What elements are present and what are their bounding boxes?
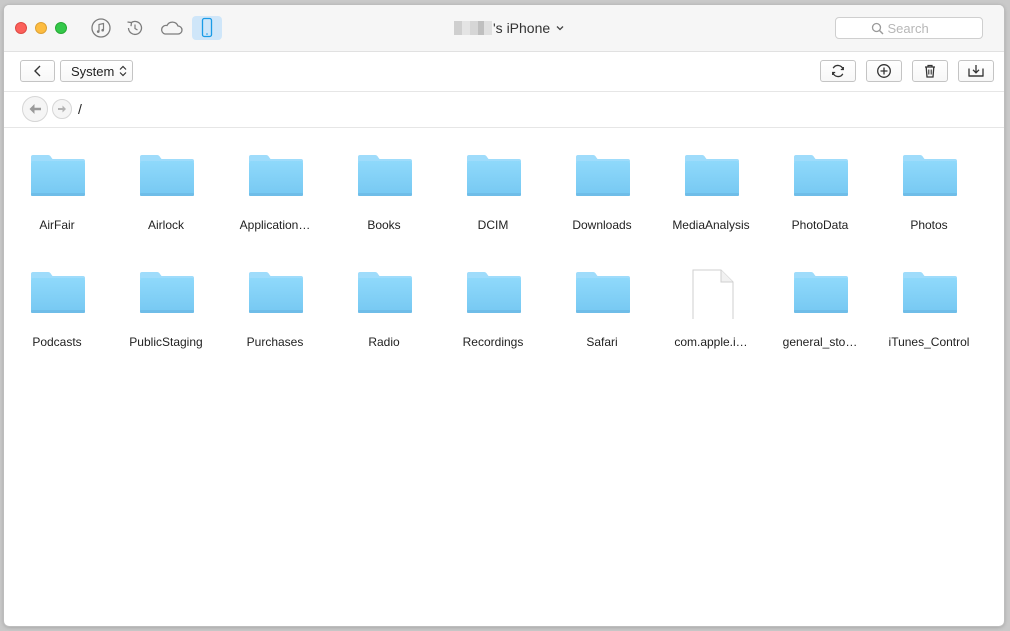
folder-item[interactable]: Podcasts: [7, 245, 107, 355]
export-to-computer-icon: [968, 65, 984, 77]
refresh-button[interactable]: [820, 60, 856, 82]
add-icon: [877, 64, 891, 78]
cloud-tab[interactable]: [156, 16, 186, 40]
app-window: 's iPhone System: [4, 5, 1004, 626]
folder-item[interactable]: Downloads: [552, 128, 652, 238]
item-label: AirFair: [39, 218, 75, 232]
item-label: iTunes_Control: [888, 335, 970, 349]
folder-item[interactable]: Application…: [225, 128, 325, 238]
location-select-value: System: [71, 63, 115, 79]
folder-item[interactable]: Purchases: [225, 245, 325, 355]
path-bar: /: [4, 92, 1004, 128]
chevron-left-icon: [33, 65, 40, 77]
search-input[interactable]: [883, 20, 948, 36]
search-icon: [871, 22, 883, 34]
folder-item[interactable]: DCIM: [443, 128, 543, 238]
redacted-device-name: [454, 21, 492, 35]
maximize-window-button[interactable]: [55, 22, 67, 34]
updown-chevron-icon: [119, 65, 127, 77]
item-label: Downloads: [572, 218, 632, 232]
item-label: PhotoData: [791, 218, 849, 232]
refresh-icon: [832, 64, 844, 78]
folder-icon: [31, 272, 85, 313]
folder-icon: [31, 155, 85, 196]
cloud-icon: [161, 21, 183, 35]
item-label: Radio: [368, 335, 400, 349]
document-icon: [692, 269, 734, 319]
music-tab[interactable]: [86, 16, 116, 40]
location-select[interactable]: System: [60, 60, 133, 82]
restore-tab[interactable]: [120, 16, 150, 40]
folder-icon: [467, 155, 521, 196]
item-label: Podcasts: [32, 335, 82, 349]
close-window-button[interactable]: [15, 22, 27, 34]
folder-item[interactable]: Radio: [334, 245, 434, 355]
item-label: Purchases: [246, 335, 304, 349]
back-button[interactable]: [20, 60, 55, 82]
item-label: Airlock: [147, 218, 184, 232]
iphone-tab[interactable]: [192, 16, 222, 40]
item-label: PublicStaging: [129, 335, 203, 349]
folder-item[interactable]: general_sto…: [770, 245, 870, 355]
delete-button[interactable]: [912, 60, 948, 82]
folder-item[interactable]: Books: [334, 128, 434, 238]
folder-icon: [249, 155, 303, 196]
folder-icon: [358, 272, 412, 313]
folder-item[interactable]: Photos: [879, 128, 979, 238]
folder-icon: [358, 155, 412, 196]
minimize-window-button[interactable]: [35, 22, 47, 34]
folder-item[interactable]: PhotoData: [770, 128, 870, 238]
chevron-down-icon: [556, 26, 564, 31]
history-forward-button[interactable]: [52, 99, 72, 119]
trash-icon: [925, 64, 935, 78]
folder-icon: [576, 272, 630, 313]
folder-icon: [685, 155, 739, 196]
iphone-icon: [201, 17, 213, 38]
folder-item[interactable]: AirFair: [7, 128, 107, 238]
folder-icon: [249, 272, 303, 313]
folder-icon: [794, 155, 848, 196]
add-button[interactable]: [866, 60, 902, 82]
file-grid: AirFair Airlock Application… Books DCIM Downl…: [4, 128, 1004, 626]
folder-icon: [576, 155, 630, 196]
folder-icon: [903, 272, 957, 313]
export-button[interactable]: [958, 60, 994, 82]
folder-icon: [140, 272, 194, 313]
item-label: MediaAnalysis: [672, 218, 750, 232]
folder-icon: [140, 155, 194, 196]
folder-item[interactable]: Airlock: [116, 128, 216, 238]
arrow-right-icon: [58, 105, 66, 113]
device-name-label: 's iPhone: [493, 20, 551, 36]
item-label: Application…: [239, 218, 311, 232]
arrow-left-icon: [29, 104, 41, 114]
item-label: com.apple.i…: [674, 335, 748, 349]
toolbar: System: [4, 52, 1004, 92]
item-label: Photos: [910, 218, 948, 232]
item-label: DCIM: [477, 218, 509, 232]
folder-item[interactable]: PublicStaging: [116, 245, 216, 355]
music-icon: [91, 18, 111, 38]
folder-item[interactable]: Safari: [552, 245, 652, 355]
item-label: Books: [367, 218, 401, 232]
item-label: Recordings: [462, 335, 524, 349]
history-back-button[interactable]: [22, 96, 48, 122]
folder-item[interactable]: MediaAnalysis: [661, 128, 761, 238]
title-bar: 's iPhone: [4, 5, 1004, 52]
folder-item[interactable]: iTunes_Control: [879, 245, 979, 355]
item-label: general_sto…: [782, 335, 858, 349]
search-box[interactable]: [835, 17, 983, 39]
device-selector[interactable]: 's iPhone: [454, 19, 566, 37]
folder-item[interactable]: Recordings: [443, 245, 543, 355]
folder-icon: [467, 272, 521, 313]
item-label: Safari: [586, 335, 618, 349]
file-item[interactable]: com.apple.i…: [661, 245, 761, 355]
restore-icon: [127, 20, 143, 36]
current-path: /: [78, 101, 82, 117]
folder-icon: [903, 155, 957, 196]
folder-icon: [794, 272, 848, 313]
